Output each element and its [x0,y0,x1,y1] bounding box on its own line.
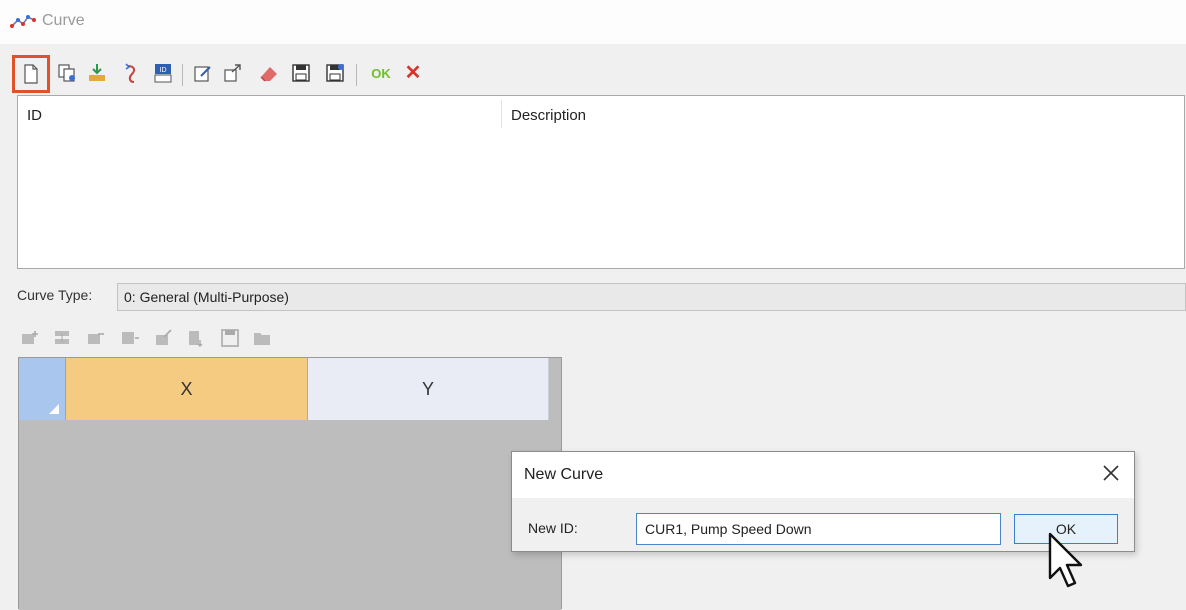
curve-type-label: Curve Type: [17,287,93,303]
dialog-title-bar: New Curve [512,452,1134,498]
main-toolbar: ID OK ✕ [12,55,1172,94]
copy-icon [58,64,75,82]
cancel-button[interactable]: ✕ [400,60,426,86]
insert-row-icon [22,331,38,344]
corner-triangle-icon [49,404,59,414]
delete-button[interactable] [256,60,282,86]
import-icon [89,64,105,81]
column-header-description[interactable]: Description [511,107,586,124]
curve-type-field[interactable]: 0: General (Multi-Purpose) [117,283,1186,311]
new-button[interactable] [12,55,50,93]
add-row-icon [55,331,69,344]
column-header-id[interactable]: ID [27,107,42,124]
close-icon[interactable] [1100,462,1122,484]
delete-row-button[interactable] [86,328,106,348]
toolbar-separator [182,64,183,86]
ok-label: OK [371,65,391,81]
ok-button[interactable]: OK [368,60,394,86]
window-title: Curve [42,12,85,29]
rename-icon [125,63,136,83]
save-as-button[interactable] [322,60,348,86]
save-grid-button[interactable] [220,328,240,348]
edit-button[interactable] [190,60,216,86]
save-button[interactable] [288,60,314,86]
svg-text:ID: ID [160,67,167,74]
column-header-x[interactable]: X [66,358,308,420]
curve-list[interactable]: ID Description [17,95,1185,269]
delete-row-icon [88,333,104,344]
save-icon [292,64,310,82]
list-header: ID Description [18,96,1184,134]
select-all-corner[interactable] [19,358,66,420]
dialog-title: New Curve [524,466,604,483]
edit-icon [194,66,211,82]
new-curve-dialog: New Curve New ID: OK [511,451,1135,552]
folder-open-icon [254,333,270,345]
save-icon [221,329,239,347]
export-rows-button[interactable] [154,328,174,348]
window-title-bar: Curve [0,0,1186,44]
add-row-button[interactable] [52,328,72,348]
toolbar-separator [356,64,357,86]
close-icon: ✕ [404,62,422,84]
new-id-label: New ID: [528,520,578,536]
mouse-cursor-icon [1048,532,1083,588]
id-manager-button[interactable]: ID [150,60,176,86]
copy-button[interactable] [54,60,80,86]
rename-button[interactable] [118,60,144,86]
move-row-button[interactable] [120,328,140,348]
move-row-icon [122,332,139,344]
open-folder-button[interactable] [252,328,272,348]
import-rows-button[interactable] [186,328,206,348]
export-icon [224,64,241,82]
column-header-y[interactable]: Y [308,358,549,420]
grid-body[interactable] [19,420,561,610]
export-button[interactable] [220,60,246,86]
column-divider[interactable] [501,100,502,128]
export-rows-icon [156,329,172,345]
save-as-icon [326,64,344,82]
import-rows-icon [189,331,203,347]
grid-toolbar [20,326,320,350]
new-id-input[interactable] [636,513,1001,545]
new-document-icon [24,64,38,84]
curve-chart-icon [10,15,36,28]
import-button[interactable] [84,60,110,86]
eraser-icon [260,67,277,82]
curve-data-grid[interactable]: X Y [18,357,562,610]
insert-row-button[interactable] [20,328,40,348]
id-icon: ID [154,64,172,83]
